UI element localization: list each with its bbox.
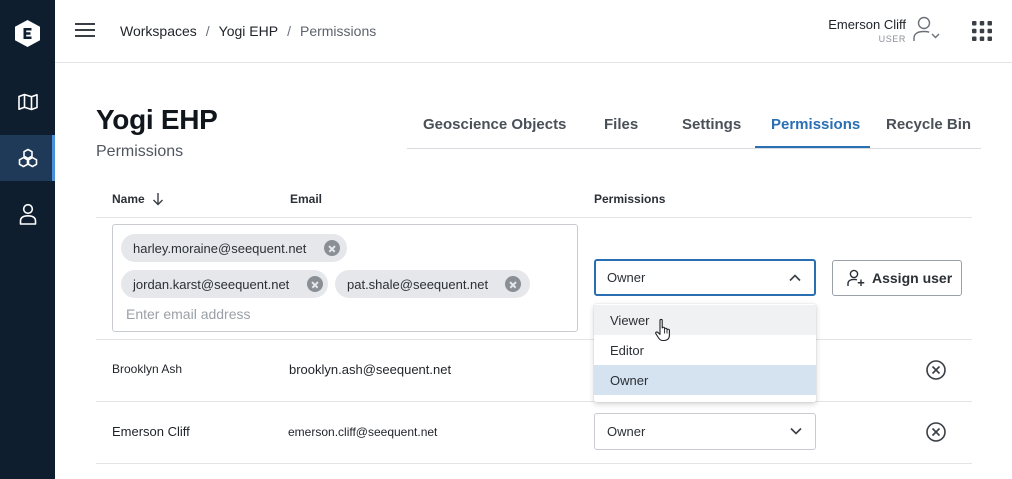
row-divider	[96, 339, 972, 340]
chip-remove-icon[interactable]	[307, 276, 323, 292]
breadcrumb: Workspaces / Yogi EHP / Permissions	[120, 23, 376, 39]
user-role: USER	[878, 34, 906, 44]
permission-dropdown-menu: Viewer Editor Owner	[594, 304, 816, 402]
nav-map[interactable]	[0, 79, 55, 125]
assign-permission-value: Owner	[607, 270, 646, 285]
user-permission-value: Owner	[607, 424, 646, 439]
user-name-cell: Brooklyn Ash	[112, 362, 183, 376]
user-email-cell: emerson.cliff@seequent.net	[288, 425, 438, 439]
chevron-down-icon	[790, 427, 802, 435]
header-divider	[96, 217, 972, 218]
user-account-icon[interactable]	[912, 15, 942, 43]
email-chip-input[interactable]: harley.moraine@seequent.net jordan.karst…	[112, 224, 578, 332]
option-owner[interactable]: Owner	[594, 365, 816, 395]
assign-permission-select[interactable]: Owner	[594, 259, 816, 296]
chip-remove-icon[interactable]	[324, 240, 340, 256]
email-chip-label: jordan.karst@seequent.net	[133, 276, 290, 292]
row-divider	[96, 463, 972, 464]
active-tab-indicator	[755, 146, 870, 148]
user-permission-select[interactable]: Owner	[594, 413, 816, 450]
assign-user-button[interactable]: Assign user	[832, 260, 962, 296]
option-editor[interactable]: Editor	[594, 335, 816, 365]
user-email-cell: brooklyn.ash@seequent.net	[289, 362, 452, 377]
tab-files[interactable]: Files	[604, 116, 638, 133]
email-chip: pat.shale@seequent.net	[335, 270, 530, 298]
email-chip: harley.moraine@seequent.net	[121, 234, 347, 262]
page-subtitle: Permissions	[96, 143, 184, 160]
hand-cursor-icon	[655, 318, 670, 342]
app: Workspaces / Yogi EHP / Permissions Emer…	[0, 0, 1012, 479]
menu-icon[interactable]	[75, 22, 95, 38]
app-logo-icon[interactable]	[15, 20, 40, 47]
assign-user-label: Assign user	[872, 270, 953, 286]
remove-user-icon[interactable]	[925, 359, 947, 381]
column-header-permissions[interactable]: Permissions	[594, 192, 665, 206]
breadcrumb-workspaces[interactable]: Workspaces	[120, 23, 197, 39]
left-nav-rail	[0, 0, 55, 479]
sort-arrow-down-icon[interactable]	[151, 192, 165, 206]
tab-bar: Geoscience Objects Files Settings Permis…	[407, 104, 981, 149]
tab-permissions[interactable]: Permissions	[771, 116, 860, 133]
person-icon	[19, 203, 36, 225]
tab-settings[interactable]: Settings	[682, 116, 741, 133]
add-user-icon	[847, 269, 865, 286]
apps-grid-icon[interactable]	[972, 21, 992, 41]
breadcrumb-separator: /	[287, 23, 291, 39]
breadcrumb-current: Permissions	[299, 23, 377, 39]
column-header-email[interactable]: Email	[290, 192, 322, 206]
nav-profile[interactable]	[0, 191, 55, 237]
chip-remove-icon[interactable]	[505, 276, 521, 292]
tab-recycle-bin[interactable]: Recycle Bin	[886, 116, 971, 133]
user-name-cell: Emerson Cliff	[112, 424, 190, 439]
column-header-name[interactable]: Name	[112, 192, 145, 206]
email-address-input[interactable]	[126, 306, 426, 322]
breadcrumb-separator: /	[205, 23, 210, 39]
option-viewer[interactable]: Viewer	[594, 305, 816, 335]
email-chip: jordan.karst@seequent.net	[121, 270, 328, 298]
remove-user-icon[interactable]	[925, 421, 947, 443]
tab-geoscience-objects[interactable]: Geoscience Objects	[423, 116, 566, 133]
workspaces-icon	[18, 148, 37, 168]
email-chip-label: harley.moraine@seequent.net	[133, 240, 307, 256]
email-chip-label: pat.shale@seequent.net	[347, 276, 489, 292]
row-divider	[96, 401, 972, 402]
breadcrumb-workspace[interactable]: Yogi EHP	[219, 23, 278, 39]
user-name[interactable]: Emerson Cliff	[828, 17, 906, 32]
map-icon	[17, 93, 38, 111]
page-title: Yogi EHP	[96, 104, 218, 135]
nav-workspaces[interactable]	[0, 135, 55, 181]
chevron-up-icon	[789, 274, 801, 282]
top-header: Workspaces / Yogi EHP / Permissions Emer…	[55, 0, 1012, 63]
